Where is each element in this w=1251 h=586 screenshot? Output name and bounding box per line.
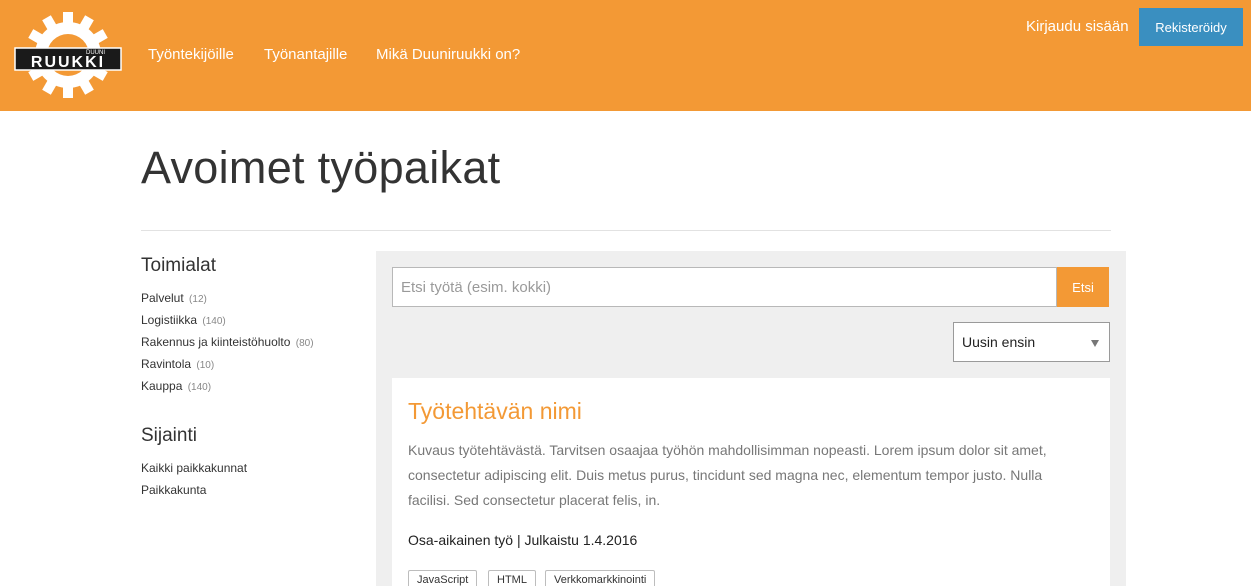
register-button[interactable]: Rekisteröidy	[1139, 8, 1243, 46]
industry-label: Ravintola	[141, 357, 192, 371]
location-filter-municipality[interactable]: Paikkakunta	[141, 483, 206, 497]
top-navigation-bar: DUUNI RUUKKI Työntekijöille Työnantajill…	[0, 0, 1251, 111]
location-heading: Sijainti	[141, 425, 197, 446]
job-tag[interactable]: Verkkomarkkinointi	[545, 570, 656, 586]
industry-label: Palvelut	[141, 291, 184, 305]
industry-count: (12)	[189, 294, 207, 305]
nav-link-employees[interactable]: Työntekijöille	[148, 46, 234, 63]
industry-filter-palvelut[interactable]: Palvelut (12)	[141, 291, 207, 305]
duuniruukki-logo[interactable]: DUUNI RUUKKI	[14, 12, 122, 98]
job-tag[interactable]: HTML	[488, 570, 536, 586]
industries-heading: Toimialat	[141, 255, 216, 276]
title-divider	[141, 230, 1111, 231]
industry-count: (10)	[196, 360, 215, 371]
industry-count: (140)	[187, 382, 212, 393]
dropdown-caret-icon	[1091, 340, 1099, 347]
sort-order-select[interactable]: Uusin ensin	[953, 322, 1110, 362]
industry-filter-ravintola[interactable]: Ravintola (10)	[141, 357, 214, 371]
industry-label: Kauppa	[141, 379, 183, 393]
nav-link-employers[interactable]: Työnantajille	[264, 46, 347, 63]
job-description: Kuvaus työtehtävästä. Tarvitsen osaajaa …	[408, 442, 1047, 508]
logo-text-big: RUUKKI	[31, 54, 105, 71]
job-meta: Osa-aikainen työ | Julkaistu 1.4.2016	[408, 532, 638, 548]
job-search-input[interactable]	[392, 267, 1057, 307]
search-button[interactable]: Etsi	[1057, 267, 1109, 307]
industry-count: (140)	[202, 316, 226, 327]
industry-filter-rakennus[interactable]: Rakennus ja kiinteistöhuolto (80)	[141, 335, 314, 349]
job-tag[interactable]: JavaScript	[408, 570, 478, 586]
industry-label: Logistiikka	[141, 313, 198, 327]
nav-link-about[interactable]: Mikä Duuniruukki on?	[376, 46, 520, 63]
industry-filter-kauppa[interactable]: Kauppa (140)	[141, 379, 211, 393]
location-filter-all[interactable]: Kaikki paikkakunnat	[141, 461, 247, 475]
login-link[interactable]: Kirjaudu sisään	[1026, 18, 1129, 35]
industry-filter-logistiikka[interactable]: Logistiikka (140)	[141, 313, 226, 327]
page-title: Avoimet työpaikat	[141, 142, 501, 193]
industry-count: (80)	[295, 338, 314, 349]
industry-label: Rakennus ja kiinteistöhuolto	[141, 335, 291, 349]
job-title-link[interactable]: Työtehtävän nimi	[408, 398, 582, 425]
sort-selected-value: Uusin ensin	[962, 334, 1036, 350]
